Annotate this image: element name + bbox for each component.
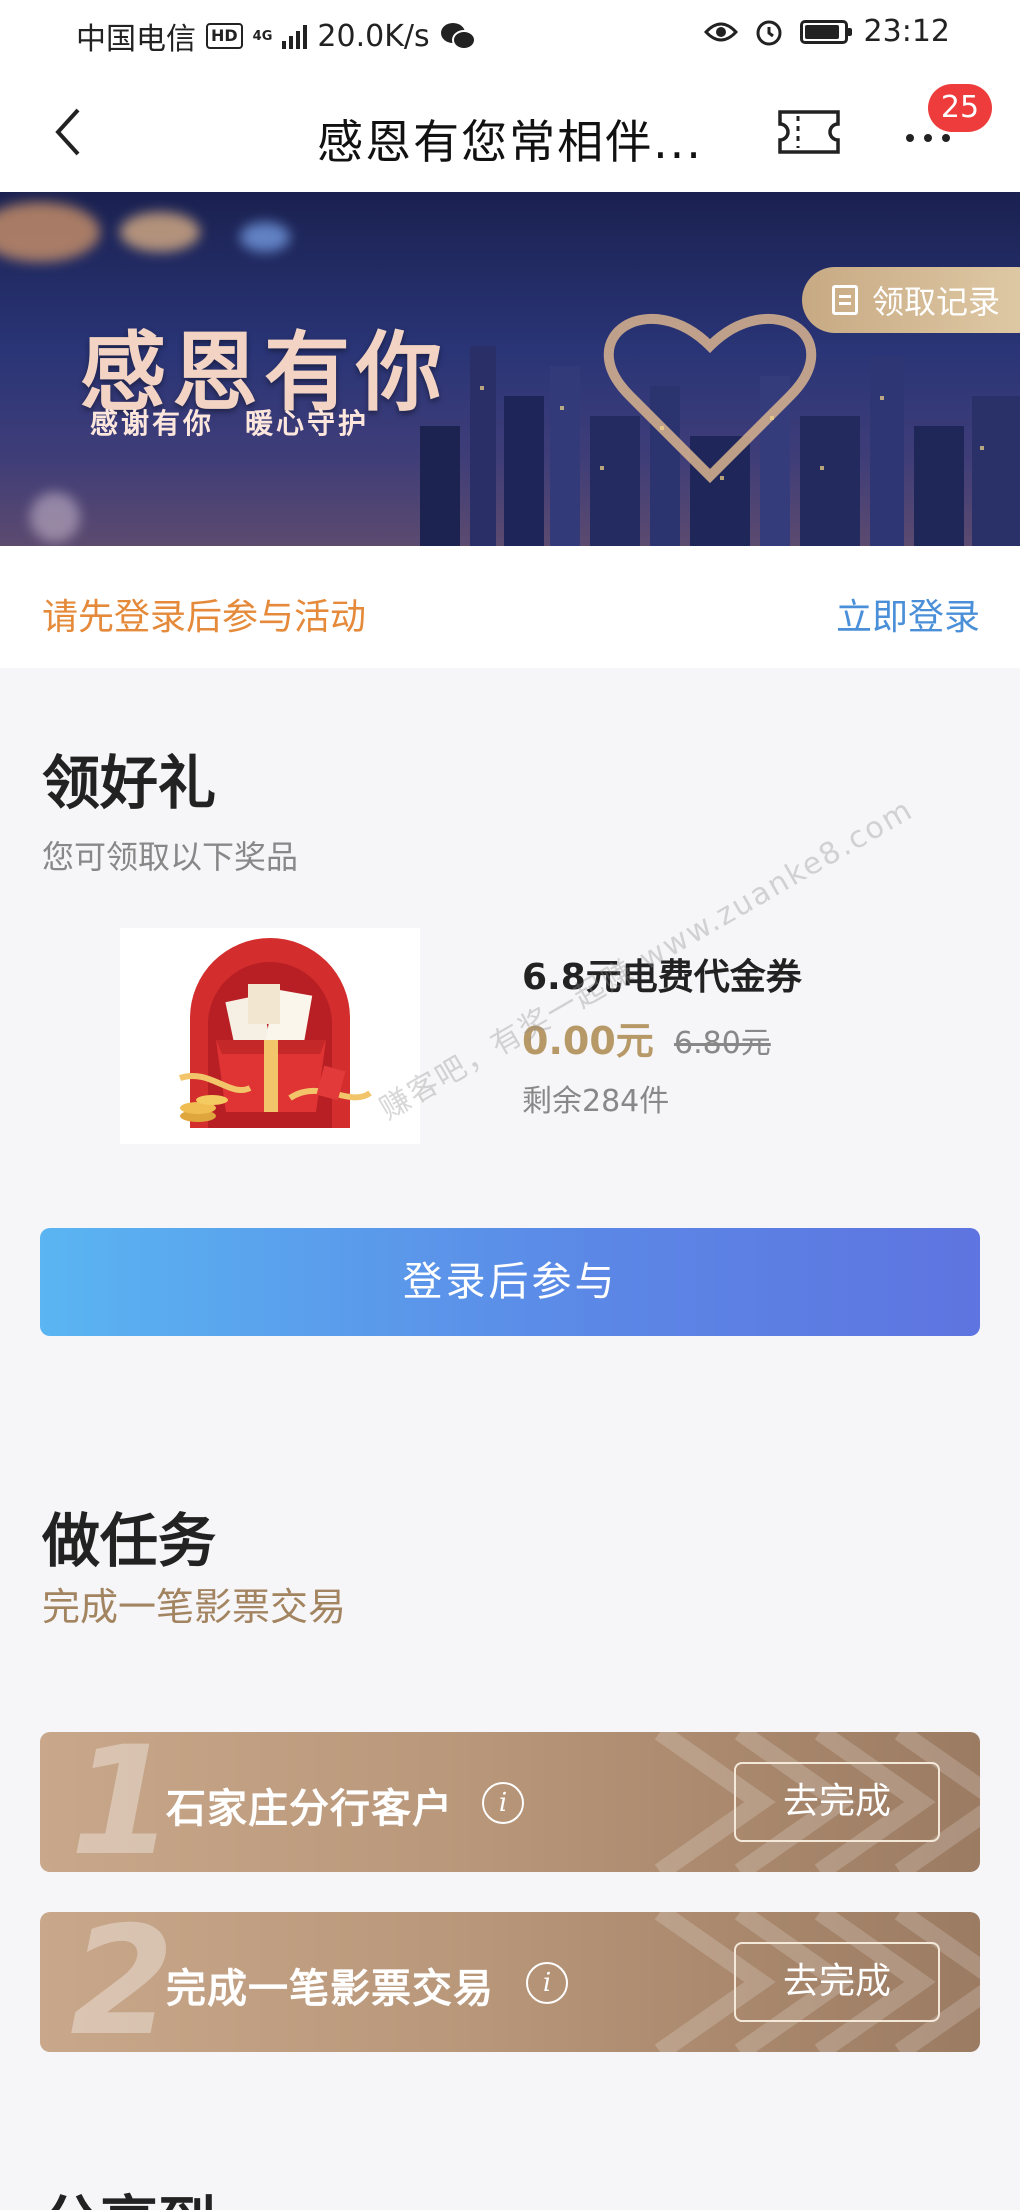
nav-bar: 感恩有您常相伴... 25 [0,70,1020,192]
gift-section-title: 领好礼 [42,749,217,817]
signal-icon [282,23,308,49]
task-card-1: 1 石家庄分行客户 i 去完成 [40,1732,980,1872]
gift-stock: 剩余284件 [522,1084,670,1119]
task-number: 2 [70,1912,175,2052]
ticket-icon [778,110,840,154]
carrier-label: 中国电信 [76,22,196,57]
claim-records-button[interactable]: 领取记录 [801,267,1020,333]
task-label: 石家庄分行客户 [166,1786,453,1832]
activity-banner: 感恩有你 感谢有你 暖心守护 领取记录 [0,192,1020,546]
task-card-2: 2 完成一笔影票交易 i 去完成 [40,1912,980,2052]
task-section-subtitle: 完成一笔影票交易 [42,1585,347,1629]
task-complete-button[interactable]: 去完成 [734,1762,940,1842]
status-bar: 中国电信 HD 4G 20.0K/s 23:12 [0,0,1020,70]
gift-original-price: 6.80元 [674,1026,771,1061]
task-number: 1 [70,1732,175,1872]
gift-box-image [120,928,420,1144]
task-label: 完成一笔影票交易 [166,1966,494,2012]
task-section-title: 做任务 [42,1507,217,1575]
info-icon[interactable]: i [482,1782,524,1824]
alarm-icon [756,20,782,45]
info-icon[interactable]: i [526,1962,568,2004]
network-type: 4G [252,28,273,44]
city-skyline-image [420,314,1020,546]
gift-section-subtitle: 您可领取以下奖品 [42,838,299,876]
page-title: 感恩有您常相伴... [317,115,703,169]
notification-badge: 25 [928,84,992,132]
login-now-link[interactable]: 立即登录 [836,588,980,640]
banner-subtitle: 感谢有你 暖心守护 [90,407,370,440]
net-speed: 20.0K/s [317,18,430,54]
receipt-icon [831,285,858,315]
eye-icon [703,22,738,41]
gift-box-icon [179,938,372,1128]
wechat-icon [440,23,476,50]
login-to-join-button[interactable]: 登录后参与 [40,1228,980,1336]
clock: 23:12 [863,14,950,49]
ticket-button[interactable] [776,106,842,158]
claim-records-label: 领取记录 [871,283,1000,321]
task-complete-button[interactable]: 去完成 [734,1942,940,2022]
share-section-title: 分享到 [42,2176,216,2210]
login-prompt: 请先登录后参与活动 立即登录 [0,546,1020,668]
login-tip: 请先登录后参与活动 [42,597,367,638]
hd-icon: HD [206,23,243,49]
battery-icon [799,19,852,44]
